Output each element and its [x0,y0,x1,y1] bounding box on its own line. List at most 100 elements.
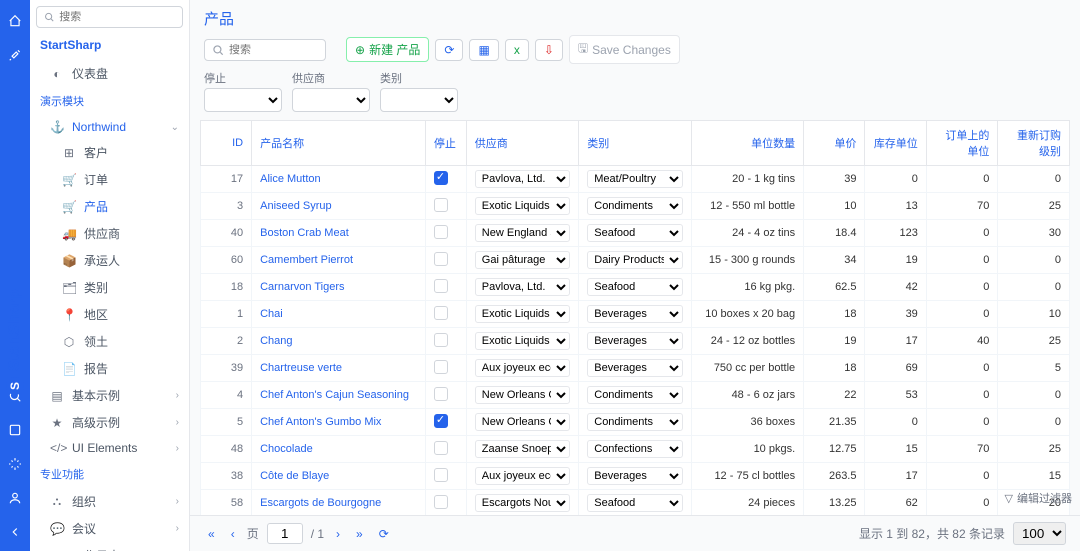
cell-name[interactable]: Camembert Pierrot [252,247,426,274]
sidebar-item-承运人[interactable]: 📦承运人 [30,247,189,274]
category-select[interactable]: Meat/Poultry [587,170,682,188]
checkbox-icon[interactable] [434,306,448,320]
checkbox-icon[interactable] [434,225,448,239]
cell-stop[interactable] [425,247,466,274]
filter-supplier-select[interactable] [292,88,370,112]
sidebar-item-地区[interactable]: 📍地区 [30,301,189,328]
supplier-select[interactable]: New Orleans Caju [475,413,570,431]
columns-button[interactable]: ▦ [469,39,498,61]
sidebar-item-advanced[interactable]: ★高级示例› [30,409,189,436]
cell-category[interactable]: Beverages [579,301,691,328]
supplier-select[interactable]: Aux joyeux ecclés [475,467,570,485]
cell-supplier[interactable]: Escargots Nouvea [466,490,578,516]
supplier-select[interactable]: Gai pâturage [475,251,570,269]
category-select[interactable]: Condiments [587,197,682,215]
cell-supplier[interactable]: Aux joyeux ecclés [466,463,578,490]
sidebar-item-客户[interactable]: ⊞客户 [30,139,189,166]
cell-category[interactable]: Seafood [579,220,691,247]
cell-supplier[interactable]: Gai pâturage [466,247,578,274]
col-onorder[interactable]: 订单上的单位 [926,121,998,166]
filter-category-select[interactable] [380,88,458,112]
checkbox-icon[interactable] [434,414,448,428]
supplier-select[interactable]: Zaanse Snoepfabr [475,440,570,458]
checkbox-icon[interactable] [434,252,448,266]
table-row[interactable]: 17Alice MuttonPavlova, Ltd.Meat/Poultry2… [201,166,1070,193]
checkbox-icon[interactable] [434,279,448,293]
sidebar-item-worklog[interactable]: ≡工作日志› [30,542,189,551]
pager-page-size[interactable]: 100 [1013,522,1066,545]
refresh-button[interactable]: ⟳ [435,39,463,61]
cell-name[interactable]: Chef Anton's Cajun Seasoning [252,382,426,409]
category-select[interactable]: Seafood [587,224,682,242]
cell-name[interactable]: Chang [252,328,426,355]
category-select[interactable]: Beverages [587,305,682,323]
supplier-select[interactable]: Exotic Liquids [475,305,570,323]
cell-category[interactable]: Condiments [579,409,691,436]
cell-stop[interactable] [425,463,466,490]
col-reorder[interactable]: 重新订购级别 [998,121,1070,166]
cell-name[interactable]: Boston Crab Meat [252,220,426,247]
category-select[interactable]: Beverages [587,359,682,377]
new-button[interactable]: ⊕新建 产品 [346,37,429,62]
table-row[interactable]: 40Boston Crab MeatNew England SeafSeafoo… [201,220,1070,247]
sidebar-item-领土[interactable]: ⬡领土 [30,328,189,355]
table-row[interactable]: 18Carnarvon TigersPavlova, Ltd.Seafood16… [201,274,1070,301]
cell-name[interactable]: Chocolade [252,436,426,463]
supplier-select[interactable]: New Orleans Caju [475,386,570,404]
cell-supplier[interactable]: Exotic Liquids [466,301,578,328]
cell-supplier[interactable]: New Orleans Caju [466,382,578,409]
rail-box-icon[interactable] [0,415,30,445]
category-select[interactable]: Beverages [587,332,682,350]
table-row[interactable]: 1ChaiExotic LiquidsBeverages10 boxes x 2… [201,301,1070,328]
sidebar-item-meeting[interactable]: 💬会议› [30,515,189,542]
col-stock[interactable]: 库存单位 [865,121,926,166]
cell-supplier[interactable]: Aux joyeux ecclés [466,355,578,382]
category-select[interactable]: Condiments [587,386,682,404]
table-row[interactable]: 4Chef Anton's Cajun SeasoningNew Orleans… [201,382,1070,409]
filter-stop-select[interactable] [204,88,282,112]
sidebar-item-类别[interactable]: 🗂类别 [30,274,189,301]
table-row[interactable]: 38Côte de BlayeAux joyeux ecclésBeverage… [201,463,1070,490]
cell-category[interactable]: Confections [579,436,691,463]
sidebar-item-供应商[interactable]: 🚚供应商 [30,220,189,247]
pager-next-button[interactable]: › [332,525,344,543]
category-select[interactable]: Confections [587,440,682,458]
pdf-button[interactable]: ⇩ [535,39,563,61]
category-select[interactable]: Seafood [587,494,682,512]
pager-last-button[interactable]: » [352,525,367,543]
pager-refresh-button[interactable]: ⟳ [375,525,393,543]
supplier-select[interactable]: Escargots Nouvea [475,494,570,512]
col-category[interactable]: 类别 [579,121,691,166]
col-stop[interactable]: 停止 [425,121,466,166]
cell-category[interactable]: Condiments [579,382,691,409]
rail-spark-icon[interactable] [0,449,30,479]
sidebar-item-订单[interactable]: 🛒订单 [30,166,189,193]
cell-supplier[interactable]: New England Seaf [466,220,578,247]
supplier-select[interactable]: Aux joyeux ecclés [475,359,570,377]
checkbox-icon[interactable] [434,387,448,401]
cell-name[interactable]: Chai [252,301,426,328]
pager-page-input[interactable] [267,523,303,544]
checkbox-icon[interactable] [434,468,448,482]
cell-stop[interactable] [425,490,466,516]
save-button[interactable]: 🖫Save Changes [569,35,680,64]
data-grid[interactable]: ID 产品名称 停止 供应商 类别 单位数量 单价 库存单位 订单上的单位 重新… [200,120,1070,515]
grid-search-input[interactable] [229,44,319,56]
checkbox-icon[interactable] [434,171,448,185]
rail-user-icon[interactable] [0,483,30,513]
cell-name[interactable]: Carnarvon Tigers [252,274,426,301]
supplier-select[interactable]: Pavlova, Ltd. [475,278,570,296]
cell-name[interactable]: Escargots de Bourgogne [252,490,426,516]
sidebar-item-dashboard[interactable]: ◐仪表盘 [30,60,189,87]
table-row[interactable]: 5Chef Anton's Gumbo MixNew Orleans CajuC… [201,409,1070,436]
supplier-select[interactable]: Exotic Liquids [475,197,570,215]
category-select[interactable]: Condiments [587,413,682,431]
cell-stop[interactable] [425,382,466,409]
cell-stop[interactable] [425,193,466,220]
cell-category[interactable]: Seafood [579,490,691,516]
cell-category[interactable]: Beverages [579,463,691,490]
checkbox-icon[interactable] [434,495,448,509]
cell-stop[interactable] [425,220,466,247]
col-id[interactable]: ID [201,121,252,166]
col-qty[interactable]: 单位数量 [691,121,803,166]
